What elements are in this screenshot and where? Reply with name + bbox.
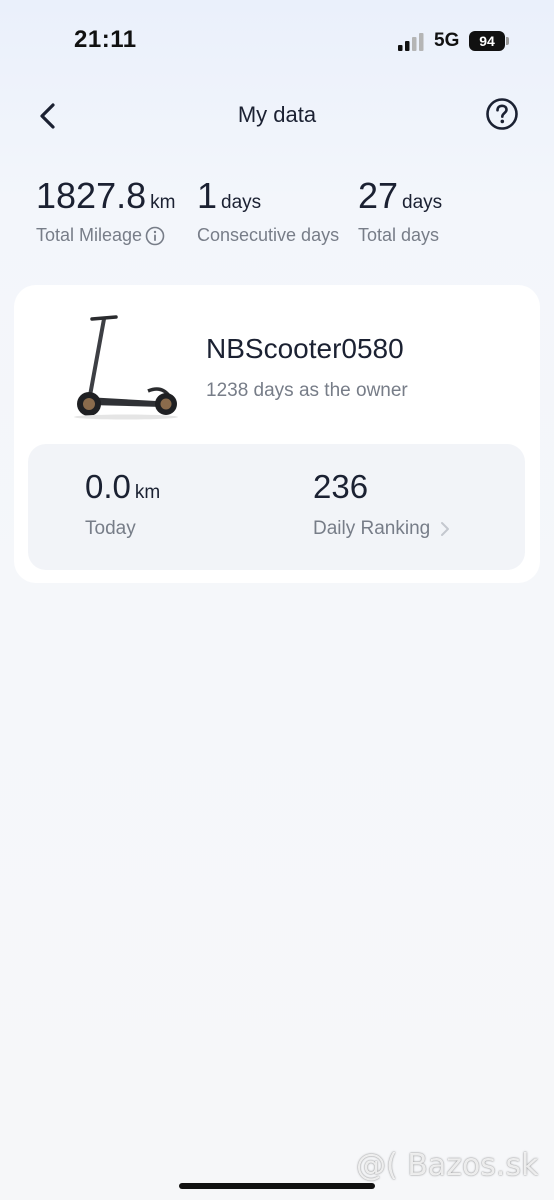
help-button[interactable] (484, 96, 520, 132)
chevron-right-icon (441, 522, 450, 536)
today-stat: 0.0 km Today (85, 468, 160, 540)
info-icon[interactable] (145, 226, 165, 246)
total-mileage-value: 1827.8 (36, 175, 147, 216)
status-time: 21:11 (74, 26, 137, 53)
device-card[interactable]: NBScooter0580 1238 days as the owner 0.0… (14, 285, 540, 583)
daily-stats-panel: 0.0 km Today 236 Daily Ranking (28, 444, 525, 570)
owner-days: 1238 days as the owner (206, 380, 408, 401)
stat-consecutive-days: 1 days Consecutive days (197, 175, 339, 246)
question-circle-icon (486, 98, 518, 130)
total-mileage-unit: km (150, 192, 176, 213)
ranking-value: 236 (313, 468, 369, 505)
stat-total-days: 27 days Total days (358, 175, 442, 246)
daily-ranking-link[interactable]: 236 Daily Ranking (313, 468, 452, 540)
status-bar: 21:11 5G 94 (0, 0, 554, 84)
watermark: @( Bazos.sk (356, 1148, 539, 1183)
consecutive-days-unit: days (221, 192, 262, 213)
home-indicator[interactable] (179, 1183, 375, 1189)
stat-total-mileage: 1827.8 km Total Mileage (36, 175, 175, 246)
total-mileage-label: Total Mileage (36, 225, 143, 245)
consecutive-days-label: Consecutive days (197, 225, 340, 245)
device-name: NBScooter0580 (206, 333, 404, 364)
ranking-label: Daily Ranking (313, 518, 431, 539)
today-unit: km (134, 482, 161, 503)
signal-icon (398, 33, 424, 51)
page-title: My data (237, 102, 317, 127)
nav-header: My data (0, 90, 554, 140)
scooter-image (74, 315, 178, 420)
today-label: Today (85, 518, 136, 539)
stats-row: 1827.8 km Total Mileage 1 days Consecutive… (0, 175, 554, 265)
today-value: 0.0 (85, 468, 131, 505)
total-days-unit: days (402, 192, 443, 213)
battery-icon: 94 (469, 31, 505, 51)
consecutive-days-value: 1 (197, 175, 218, 216)
total-days-label: Total days (358, 225, 440, 245)
network-type: 5G (434, 30, 460, 51)
total-days-value: 27 (358, 175, 399, 216)
battery-tip (506, 37, 509, 45)
